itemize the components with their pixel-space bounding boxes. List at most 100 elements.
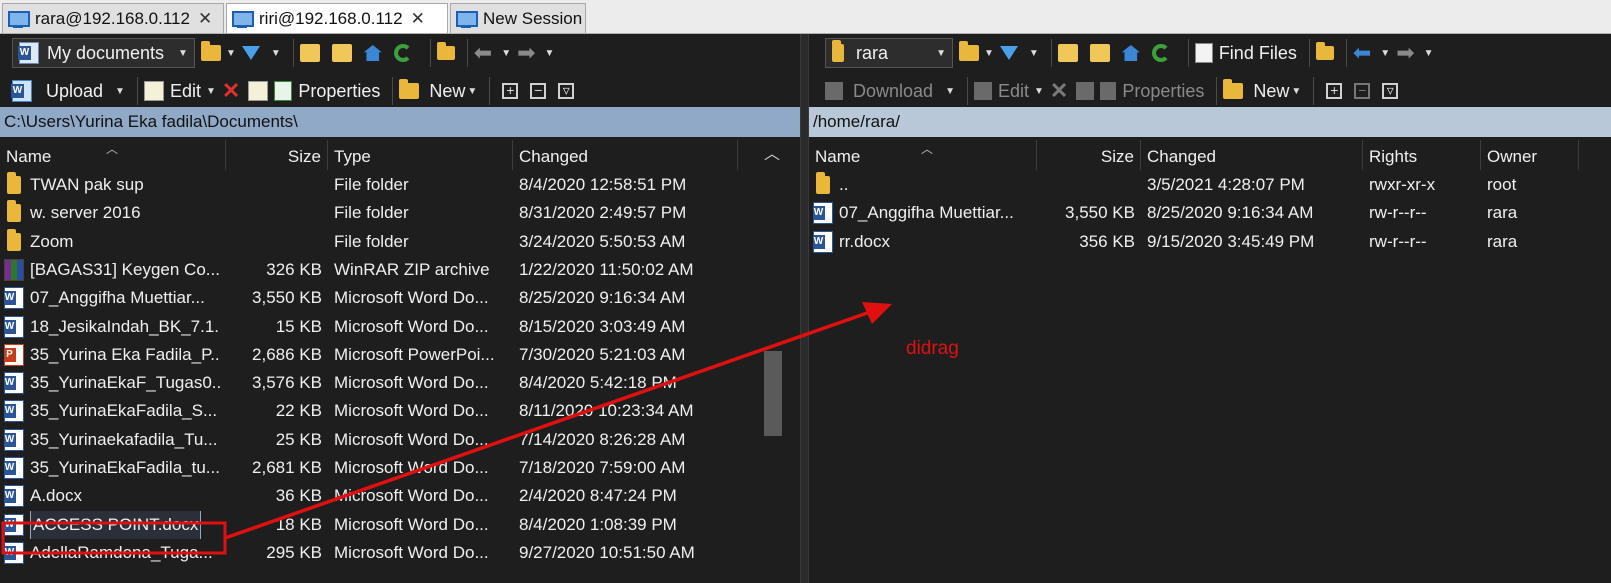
- home-button[interactable]: [1121, 45, 1146, 61]
- upload-button[interactable]: Upload ▼: [11, 80, 125, 102]
- parent-dir-button[interactable]: [1057, 44, 1084, 62]
- deselect-icon[interactable]: −: [530, 83, 547, 99]
- rename-icon[interactable]: [1076, 82, 1095, 100]
- edit-button[interactable]: Edit ▼: [143, 81, 216, 102]
- new-button[interactable]: New ▼: [399, 79, 477, 102]
- table-row[interactable]: [BAGAS31] Keygen Co... 326 KB WinRAR ZIP a…: [0, 256, 800, 284]
- table-row[interactable]: 35_YurinaEkaFadila_tu... 2,681 KB Microsof…: [0, 454, 800, 482]
- column-header-type[interactable]: Type: [328, 140, 513, 170]
- properties-button[interactable]: Properties: [274, 81, 380, 102]
- tree-button[interactable]: [1315, 42, 1334, 60]
- tab-session-rara[interactable]: rara@192.168.0.112 ✕: [2, 3, 224, 33]
- didrag-label: didrag: [906, 338, 959, 359]
- forward-button[interactable]: ➡ ▼: [1396, 40, 1433, 66]
- file-name-cell: AdellaRamdona_Tuga...: [4, 539, 220, 567]
- download-button[interactable]: Download ▼: [825, 81, 955, 102]
- new-button[interactable]: New ▼: [1223, 79, 1301, 102]
- table-row[interactable]: rr.docx 356 KB 9/15/2020 3:45:49 PM rw-r--r…: [809, 228, 1611, 256]
- edit-button[interactable]: Edit ▼: [973, 81, 1044, 102]
- table-row[interactable]: ACCESS POINT.docx 18 KB Microsoft Word Do.…: [0, 510, 800, 539]
- file-changed: 7/18/2020 7:59:00 AM: [519, 458, 686, 477]
- file-icon-box: [4, 485, 24, 508]
- table-row[interactable]: 07_Anggifha Muettiar... 3,550 KB 8/25/2020…: [809, 199, 1611, 227]
- table-row[interactable]: 35_Yurinaekafadila_Tu... 25 KB Microsoft W…: [0, 426, 800, 454]
- open-folder-button[interactable]: ▼: [959, 41, 994, 61]
- word-document-icon: [4, 400, 24, 423]
- new-folder-icon: [1223, 79, 1244, 99]
- table-row[interactable]: w. server 2016 File folder 8/31/2020 2:49:…: [0, 199, 800, 227]
- file-name: 35_Yurina Eka Fadila_P...: [30, 344, 220, 364]
- table-row[interactable]: 35_YurinaEkaFadila_S... 22 KB Microsoft Wo…: [0, 397, 800, 425]
- column-header-changed[interactable]: Changed: [513, 140, 738, 170]
- properties-button[interactable]: Properties: [1100, 81, 1204, 102]
- table-row[interactable]: 07_Anggifha Muettiar... 3,550 KB Microsoft…: [0, 284, 800, 312]
- file-name: 07_Anggifha Muettiar...: [839, 203, 1014, 223]
- file-size: 2,681 KB: [252, 458, 322, 477]
- refresh-button[interactable]: [1151, 44, 1176, 62]
- parent-dir-button[interactable]: [299, 44, 326, 62]
- file-size: [1037, 171, 1135, 199]
- chevron-down-icon: ▼: [945, 85, 955, 97]
- table-row[interactable]: .. 3/5/2021 4:28:07 PM rwxr-xr-x root: [809, 171, 1611, 199]
- local-path-bar[interactable]: C:\Users\Yurina Eka fadila\Documents\: [0, 107, 800, 137]
- file-size: 295 KB: [266, 542, 322, 562]
- new-session-icon: [455, 10, 478, 28]
- table-row[interactable]: TWAN pak sup File folder 8/4/2020 12:58:51…: [0, 171, 800, 199]
- file-type: Microsoft Word Do...: [334, 486, 489, 506]
- table-row[interactable]: Zoom File folder 3/24/2020 5:50:53 AM: [0, 228, 800, 256]
- word-document-icon: [4, 485, 24, 508]
- panel-splitter[interactable]: [800, 34, 809, 583]
- refresh-button[interactable]: [393, 44, 418, 62]
- local-panel: My documents ▼ ▼ ▼ ⬅▼ ➡▼ Upload ▼ Edit ▼…: [0, 34, 800, 583]
- toolbar-divider: [1187, 39, 1189, 67]
- open-folder-button[interactable]: ▼: [200, 41, 236, 61]
- table-row[interactable]: 35_YurinaEkaF_Tugas0... 3,576 KB Microsoft…: [0, 369, 800, 397]
- tree-button[interactable]: [436, 42, 455, 60]
- forward-button[interactable]: ➡ ▼: [517, 40, 554, 66]
- file-size: 2,686 KB: [252, 344, 322, 364]
- column-header-rights[interactable]: Rights: [1363, 140, 1481, 170]
- deselect-icon[interactable]: −: [1354, 83, 1371, 99]
- column-header-owner[interactable]: Owner: [1481, 140, 1579, 170]
- file-name: [BAGAS31] Keygen Co...: [30, 259, 220, 279]
- powerpoint-icon: [4, 343, 24, 366]
- filter-button[interactable]: ▼: [241, 46, 281, 60]
- filter-select-icon[interactable]: ▿: [1382, 83, 1399, 99]
- filter-button[interactable]: ▼: [999, 46, 1039, 60]
- column-header-changed[interactable]: Changed: [1141, 140, 1363, 170]
- select-all-icon[interactable]: +: [502, 83, 519, 99]
- local-location-combo[interactable]: My documents ▼: [12, 38, 195, 68]
- upload-label: Upload: [46, 80, 104, 101]
- back-button[interactable]: ⬅ ▼: [474, 40, 511, 66]
- scroll-up-icon[interactable]: ︿: [764, 140, 780, 164]
- table-row[interactable]: A.docx 36 KB Microsoft Word Do... 2/4/2020 …: [0, 482, 800, 510]
- table-row[interactable]: AdellaRamdona_Tuga... 295 KB Microsoft Wor…: [0, 539, 800, 567]
- column-header-size[interactable]: Size: [226, 140, 328, 170]
- table-row[interactable]: 18_JesikaIndah_BK_7.1.... 15 KB Microsoft …: [0, 313, 800, 341]
- tab-session-riri[interactable]: riri@192.168.0.112 ✕: [226, 3, 448, 33]
- find-files-button[interactable]: Find Files: [1194, 43, 1297, 64]
- file-name-cell: 35_YurinaEkaF_Tugas0...: [4, 369, 220, 397]
- delete-button[interactable]: ✕: [1050, 78, 1068, 104]
- home-button[interactable]: [363, 45, 388, 61]
- filter-select-icon[interactable]: ▿: [558, 83, 575, 99]
- file-size: 3,576 KB: [252, 373, 322, 393]
- tab-new-session[interactable]: New Session: [450, 3, 586, 33]
- select-all-icon[interactable]: +: [1326, 83, 1343, 99]
- close-icon[interactable]: ✕: [411, 9, 425, 29]
- rename-icon[interactable]: [248, 81, 269, 101]
- chevron-down-icon: ▼: [1380, 47, 1391, 59]
- column-header-size[interactable]: Size: [1037, 140, 1141, 170]
- file-changed: 8/25/2020 9:16:34 AM: [519, 288, 686, 308]
- delete-button[interactable]: ✕: [222, 78, 240, 104]
- root-dir-button[interactable]: [331, 44, 358, 62]
- close-icon[interactable]: ✕: [198, 9, 212, 29]
- scrollbar-thumb[interactable]: [764, 351, 782, 436]
- table-row[interactable]: 35_Yurina Eka Fadila_P... 2,686 KB Microso…: [0, 341, 800, 369]
- local-scrollbar[interactable]: [762, 171, 784, 583]
- remote-path-bar[interactable]: /home/rara/: [809, 107, 1611, 137]
- back-button[interactable]: ⬅ ▼: [1353, 40, 1390, 66]
- file-name: A.docx: [30, 486, 82, 506]
- root-dir-button[interactable]: [1089, 44, 1116, 62]
- remote-location-combo[interactable]: rara ▼: [825, 38, 953, 68]
